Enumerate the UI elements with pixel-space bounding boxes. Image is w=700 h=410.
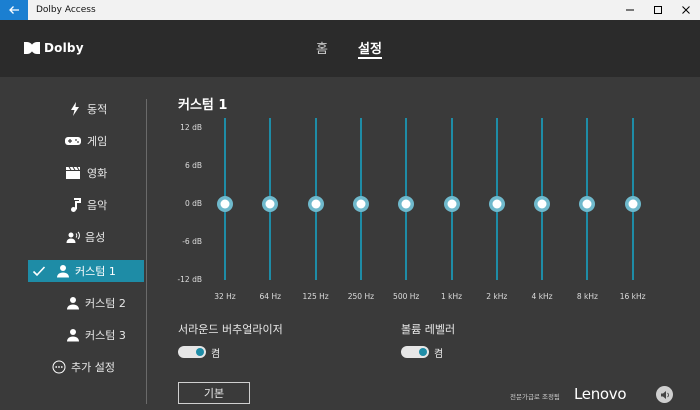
eq-slider-thumb-center xyxy=(628,199,638,209)
dolby-double-d-icon xyxy=(24,42,40,54)
db-scale-label: 6 dB xyxy=(184,161,202,170)
minimize-button[interactable] xyxy=(616,0,644,20)
eq-slider[interactable] xyxy=(260,114,280,284)
person-icon xyxy=(66,328,80,342)
dolby-logo: Dolby xyxy=(24,41,84,55)
eq-slider[interactable] xyxy=(351,114,371,284)
eq-slider[interactable] xyxy=(306,114,326,284)
eq-slider[interactable] xyxy=(623,114,643,284)
eq-frequency-label: 125 Hz xyxy=(302,292,329,301)
db-scale-label: -12 dB xyxy=(177,275,202,284)
clapperboard-icon xyxy=(64,166,82,180)
close-icon xyxy=(682,6,690,14)
eq-slider[interactable] xyxy=(396,114,416,284)
person-icon xyxy=(66,296,80,310)
equalizer: 12 dB 6 dB 0 dB -6 dB -12 dB 32 Hz 64 Hz 125 Hz… xyxy=(170,110,670,310)
active-tab-indicator xyxy=(358,57,382,59)
sidebar-item-label: 추가 설정 xyxy=(71,361,115,374)
eq-frequency-label: 2 kHz xyxy=(486,292,508,301)
eq-frequency-label: 4 kHz xyxy=(531,292,553,301)
eq-slider-thumb-center xyxy=(537,199,547,209)
toggle-knob xyxy=(419,348,427,356)
sidebar-item-music[interactable]: 음악 xyxy=(28,194,144,216)
eq-frequency-label: 16 kHz xyxy=(619,292,646,301)
eq-slider[interactable] xyxy=(442,114,462,284)
back-button[interactable] xyxy=(0,0,28,20)
lenovo-logo: Lenovo xyxy=(574,385,627,403)
eq-slider-thumb-center xyxy=(311,199,321,209)
professional-tuning-note: 전문가급로 조정됨 xyxy=(510,393,560,401)
sidebar-item-game[interactable]: 게임 xyxy=(28,130,144,152)
maximize-button[interactable] xyxy=(644,0,672,20)
minimize-icon xyxy=(626,9,634,11)
sidebar-item-label: 게임 xyxy=(87,135,108,148)
eq-frequency-label: 8 kHz xyxy=(576,292,598,301)
eq-slider-thumb-center xyxy=(447,199,456,209)
music-note-icon xyxy=(68,198,82,212)
sidebar-item-custom-1[interactable]: 커스텀 1 xyxy=(28,260,144,282)
sound-preview-button[interactable] xyxy=(656,386,673,403)
eq-slider-thumb-center xyxy=(401,199,411,209)
sidebar-item-custom-2[interactable]: 커스텀 2 xyxy=(28,292,144,314)
volume-leveler-state: 켬 xyxy=(434,349,444,360)
eq-slider-thumb-center xyxy=(220,199,230,209)
sidebar-item-label: 음악 xyxy=(87,199,108,212)
voice-icon xyxy=(66,230,80,244)
more-icon xyxy=(52,360,66,374)
checkmark-icon xyxy=(32,266,46,277)
eq-slider-thumb-center xyxy=(265,199,275,209)
sidebar-item-label: 커스텀 3 xyxy=(85,329,126,342)
person-icon xyxy=(56,264,70,278)
lightning-icon xyxy=(68,102,82,116)
sidebar-item-movie[interactable]: 영화 xyxy=(28,162,144,184)
close-button[interactable] xyxy=(672,0,700,20)
default-button[interactable]: 기본 xyxy=(178,382,250,404)
sidebar-item-more-settings[interactable]: 추가 설정 xyxy=(28,356,144,378)
sidebar-item-label: 음성 xyxy=(85,231,106,244)
eq-slider-thumb-center xyxy=(582,199,592,209)
eq-slider[interactable] xyxy=(215,114,235,284)
surround-virtualizer-toggle[interactable] xyxy=(178,346,206,358)
surround-virtualizer-state: 켬 xyxy=(211,349,221,360)
eq-frequency-label: 32 Hz xyxy=(214,292,236,301)
eq-slider[interactable] xyxy=(577,114,597,284)
sidebar-item-label: 영화 xyxy=(87,167,108,180)
eq-slider[interactable] xyxy=(487,114,507,284)
gamepad-icon xyxy=(64,134,82,148)
volume-leveler-label: 볼륨 레벨러 xyxy=(401,323,456,336)
db-scale-label: -6 dB xyxy=(182,237,202,246)
db-scale-label: 0 dB xyxy=(184,199,202,208)
eq-slider-thumb-center xyxy=(492,199,502,209)
toggle-knob xyxy=(196,348,204,356)
eq-slider[interactable] xyxy=(532,114,552,284)
surround-virtualizer-label: 서라운드 버추얼라이저 xyxy=(178,323,283,336)
sidebar-divider xyxy=(146,99,147,404)
app-header: Dolby 홈 설정 xyxy=(0,20,700,77)
sidebar-item-label: 커스텀 2 xyxy=(85,297,126,310)
volume-leveler-toggle[interactable] xyxy=(401,346,429,358)
db-scale-label: 12 dB xyxy=(180,123,202,132)
eq-frequency-label: 1 kHz xyxy=(440,292,463,301)
eq-frequency-label: 250 Hz xyxy=(347,292,375,301)
sidebar-item-voice[interactable]: 음성 xyxy=(28,226,144,248)
tab-settings[interactable]: 설정 xyxy=(358,38,382,57)
brand-name: Dolby xyxy=(44,41,84,55)
eq-frequency-label: 500 Hz xyxy=(393,292,420,301)
speaker-icon xyxy=(660,390,669,399)
sidebar-item-label: 커스텀 1 xyxy=(75,265,116,278)
tab-home[interactable]: 홈 xyxy=(316,38,328,57)
back-arrow-icon xyxy=(9,6,19,14)
sidebar-item-dynamic[interactable]: 동적 xyxy=(28,98,144,120)
sidebar-item-label: 동적 xyxy=(87,103,108,116)
sidebar-item-custom-3[interactable]: 커스텀 3 xyxy=(28,324,144,346)
maximize-icon xyxy=(654,6,662,14)
eq-frequency-label: 64 Hz xyxy=(259,292,282,301)
eq-slider-thumb-center xyxy=(356,199,366,209)
title-bar: Dolby Access xyxy=(0,0,700,20)
app-title: Dolby Access xyxy=(36,5,96,15)
